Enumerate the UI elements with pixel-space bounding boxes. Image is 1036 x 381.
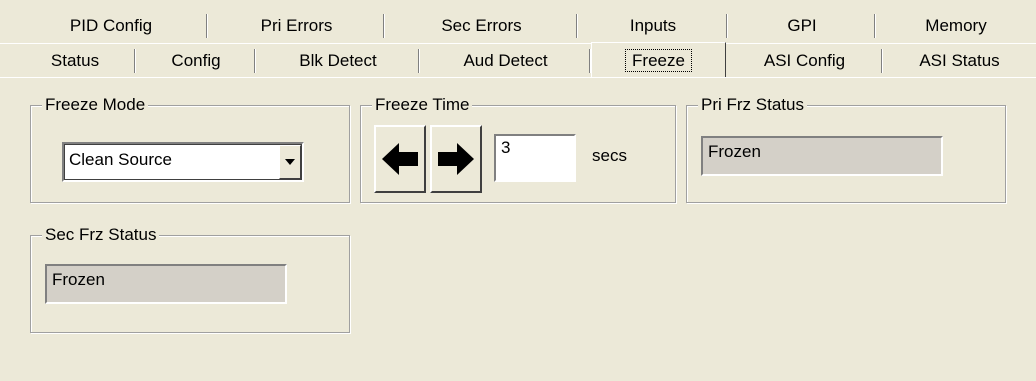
freeze-mode-value: Clean Source — [69, 150, 173, 169]
sec-frz-status-field: Frozen — [45, 264, 287, 304]
tab-label: ASI Config — [763, 51, 846, 70]
increment-button[interactable] — [430, 125, 482, 193]
tab-label: Inputs — [629, 16, 677, 35]
tab-label: PID Config — [69, 16, 153, 35]
tab-sec-errors[interactable]: Sec Errors — [385, 11, 578, 41]
freeze-time-unit: secs — [592, 146, 627, 165]
tab-label: Status — [50, 51, 100, 70]
tab-label: ASI Status — [919, 51, 1000, 70]
arrow-left-icon — [382, 143, 418, 175]
tab-page-top-edge — [0, 77, 1036, 78]
chevron-down-icon — [285, 159, 295, 165]
sec-frz-status-legend: Sec Frz Status — [42, 225, 160, 245]
freeze-mode-select[interactable]: Clean Source — [62, 142, 304, 182]
tab-label: Freeze — [625, 48, 692, 72]
tab-label: Aud Detect — [463, 51, 548, 70]
tab-row-divider — [0, 43, 1036, 44]
tab-label: Sec Errors — [441, 16, 522, 35]
tab-gpi[interactable]: GPI — [728, 11, 876, 41]
arrow-right-icon — [438, 143, 474, 175]
tab-label: Memory — [925, 16, 987, 35]
sec-frz-status-value: Frozen — [52, 270, 105, 289]
tab-label: GPI — [787, 16, 817, 35]
freeze-time-value: 3 — [501, 138, 511, 157]
tab-status[interactable]: Status — [14, 46, 136, 76]
freeze-time-input[interactable]: 3 — [494, 134, 576, 182]
freeze-mode-legend: Freeze Mode — [42, 95, 149, 115]
dropdown-button[interactable] — [279, 145, 301, 179]
tab-blk-detect[interactable]: Blk Detect — [256, 46, 420, 76]
tab-label: Config — [171, 51, 221, 70]
freeze-time-legend: Freeze Time — [372, 95, 473, 115]
pri-frz-status-value: Frozen — [708, 142, 761, 161]
tab-config[interactable]: Config — [136, 46, 256, 76]
tab-asi-config[interactable]: ASI Config — [726, 46, 883, 76]
tab-pri-errors[interactable]: Pri Errors — [208, 11, 385, 41]
tab-freeze[interactable]: Freeze — [591, 42, 726, 77]
pri-frz-status-field: Frozen — [701, 136, 943, 176]
decrement-button[interactable] — [374, 125, 426, 193]
pri-frz-status-legend: Pri Frz Status — [698, 95, 807, 115]
tab-asi-status[interactable]: ASI Status — [883, 46, 1036, 76]
tab-label: Blk Detect — [299, 51, 377, 70]
tab-aud-detect[interactable]: Aud Detect — [420, 46, 591, 76]
tab-pid-config[interactable]: PID Config — [14, 11, 208, 41]
freeze-panel-window: PID Config Pri Errors Sec Errors Inputs … — [0, 0, 1036, 381]
tab-memory[interactable]: Memory — [876, 11, 1036, 41]
tab-label: Pri Errors — [260, 16, 333, 35]
tab-inputs[interactable]: Inputs — [578, 11, 728, 41]
